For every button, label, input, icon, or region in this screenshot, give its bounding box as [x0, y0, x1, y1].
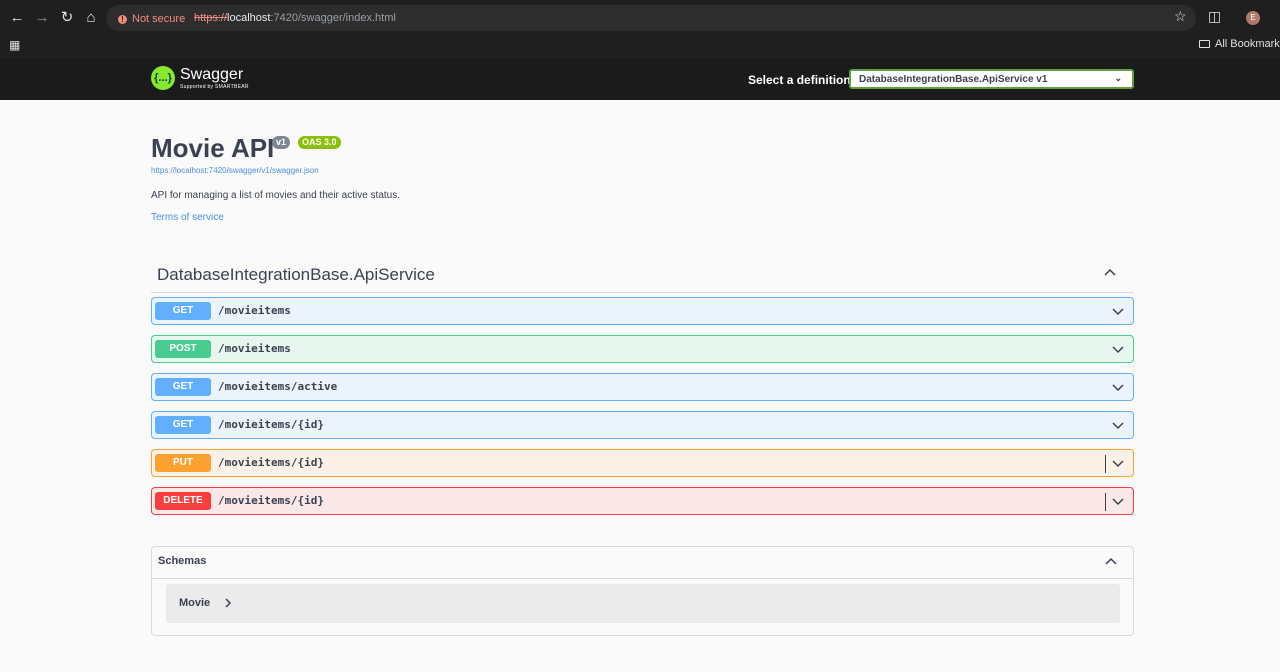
warning-icon: ! — [118, 14, 127, 24]
operation-path: /movieitems — [218, 342, 291, 355]
chevron-down-icon[interactable] — [1112, 305, 1124, 317]
profile-avatar[interactable]: E — [1246, 11, 1260, 25]
operation-path: /movieitems/{id} — [218, 494, 324, 507]
bookmarks-label: All Bookmarks — [1215, 38, 1280, 50]
tag-title: DatabaseIntegrationBase.ApiService — [157, 265, 435, 284]
definition-label: Select a definition — [748, 73, 851, 87]
operation-get-movieitems-active[interactable]: GET /movieitems/active — [151, 373, 1134, 401]
security-label: Not secure — [132, 13, 186, 25]
chevron-down-icon[interactable] — [1112, 381, 1124, 393]
operation-get-movieitem-by-id[interactable]: GET /movieitems/{id} — [151, 411, 1134, 439]
operation-path: /movieitems/{id} — [218, 456, 324, 469]
definition-value: DatabaseIntegrationBase.ApiService v1 — [859, 74, 1048, 85]
home-icon[interactable]: ⌂ — [81, 8, 101, 28]
chevron-down-icon[interactable] — [1112, 343, 1124, 355]
method-badge: GET — [155, 302, 211, 320]
chevron-down-icon: ⌄ — [1114, 73, 1122, 83]
swagger-logo[interactable]: {...} Swagger Supported by SMARTBEAR — [151, 66, 249, 90]
operation-path: /movieitems — [218, 304, 291, 317]
chevron-down-icon[interactable] — [1112, 419, 1124, 431]
swagger-logo-icon: {...} — [151, 66, 175, 90]
tag-section-header[interactable]: DatabaseIntegrationBase.ApiService — [151, 261, 1134, 293]
terms-of-service-link[interactable]: Terms of service — [151, 212, 224, 223]
chevron-down-icon[interactable] — [1112, 495, 1124, 507]
divider — [1105, 455, 1106, 473]
operation-get-movieitems[interactable]: GET /movieitems — [151, 297, 1134, 325]
operation-path: /movieitems/{id} — [218, 418, 324, 431]
all-bookmarks-button[interactable]: All Bookmarks — [1199, 38, 1280, 50]
security-indicator[interactable]: ! Not secure — [118, 12, 185, 26]
operation-path: /movieitems/active — [218, 380, 338, 393]
operation-delete-movieitem[interactable]: DELETE /movieitems/{id} — [151, 487, 1134, 515]
method-badge: PUT — [155, 454, 211, 472]
chevron-right-icon[interactable] — [223, 598, 233, 608]
logo-text: Swagger — [180, 65, 244, 83]
chevron-up-icon[interactable] — [1105, 556, 1117, 568]
operation-put-movieitem[interactable]: PUT /movieitems/{id} — [151, 449, 1134, 477]
apps-grid-icon[interactable]: ▦ — [9, 38, 20, 52]
spec-url-link[interactable]: https://localhost:7420/swagger/v1/swagge… — [151, 166, 319, 175]
model-name: Movie — [179, 597, 211, 609]
url-text[interactable]: https://localhost:7420/swagger/index.htm… — [194, 12, 396, 24]
operation-post-movieitems[interactable]: POST /movieitems — [151, 335, 1134, 363]
url-path: :7420/swagger/index.html — [270, 12, 396, 24]
api-title: Movie API — [151, 133, 275, 163]
method-badge: GET — [155, 416, 211, 434]
chevron-down-icon[interactable] — [1112, 457, 1124, 469]
chevron-up-icon[interactable] — [1104, 267, 1116, 279]
bookmark-star-icon[interactable]: ☆ — [1174, 8, 1187, 25]
api-description: API for managing a list of movies and th… — [151, 190, 401, 201]
extensions-icon[interactable]: ◫ — [1208, 8, 1221, 25]
schemas-header[interactable]: Schemas — [152, 547, 1133, 579]
method-badge: GET — [155, 378, 211, 396]
url-protocol: https:// — [194, 12, 228, 24]
forward-arrow-icon[interactable]: → — [32, 8, 52, 28]
divider — [1105, 493, 1106, 511]
version-badge: v1 — [272, 136, 291, 149]
schemas-title: Schemas — [158, 555, 207, 567]
logo-subtext: Supported by SMARTBEAR — [180, 83, 249, 90]
model-container-movie[interactable]: Movie — [166, 584, 1120, 623]
method-badge: DELETE — [155, 492, 211, 510]
url-host: localhost — [227, 12, 271, 24]
oas-badge: OAS 3.0 — [298, 136, 341, 149]
reload-icon[interactable]: ↻ — [57, 8, 77, 28]
method-badge: POST — [155, 340, 211, 358]
bookmarks-bar — [0, 36, 1280, 58]
swagger-topbar: {...} Swagger Supported by SMARTBEAR Sel… — [0, 58, 1280, 100]
definition-select[interactable]: DatabaseIntegrationBase.ApiService v1 ⌄ — [849, 69, 1134, 89]
schemas-section: Schemas Movie — [151, 546, 1134, 636]
folder-icon — [1199, 40, 1210, 48]
back-arrow-icon[interactable]: ← — [7, 8, 27, 28]
